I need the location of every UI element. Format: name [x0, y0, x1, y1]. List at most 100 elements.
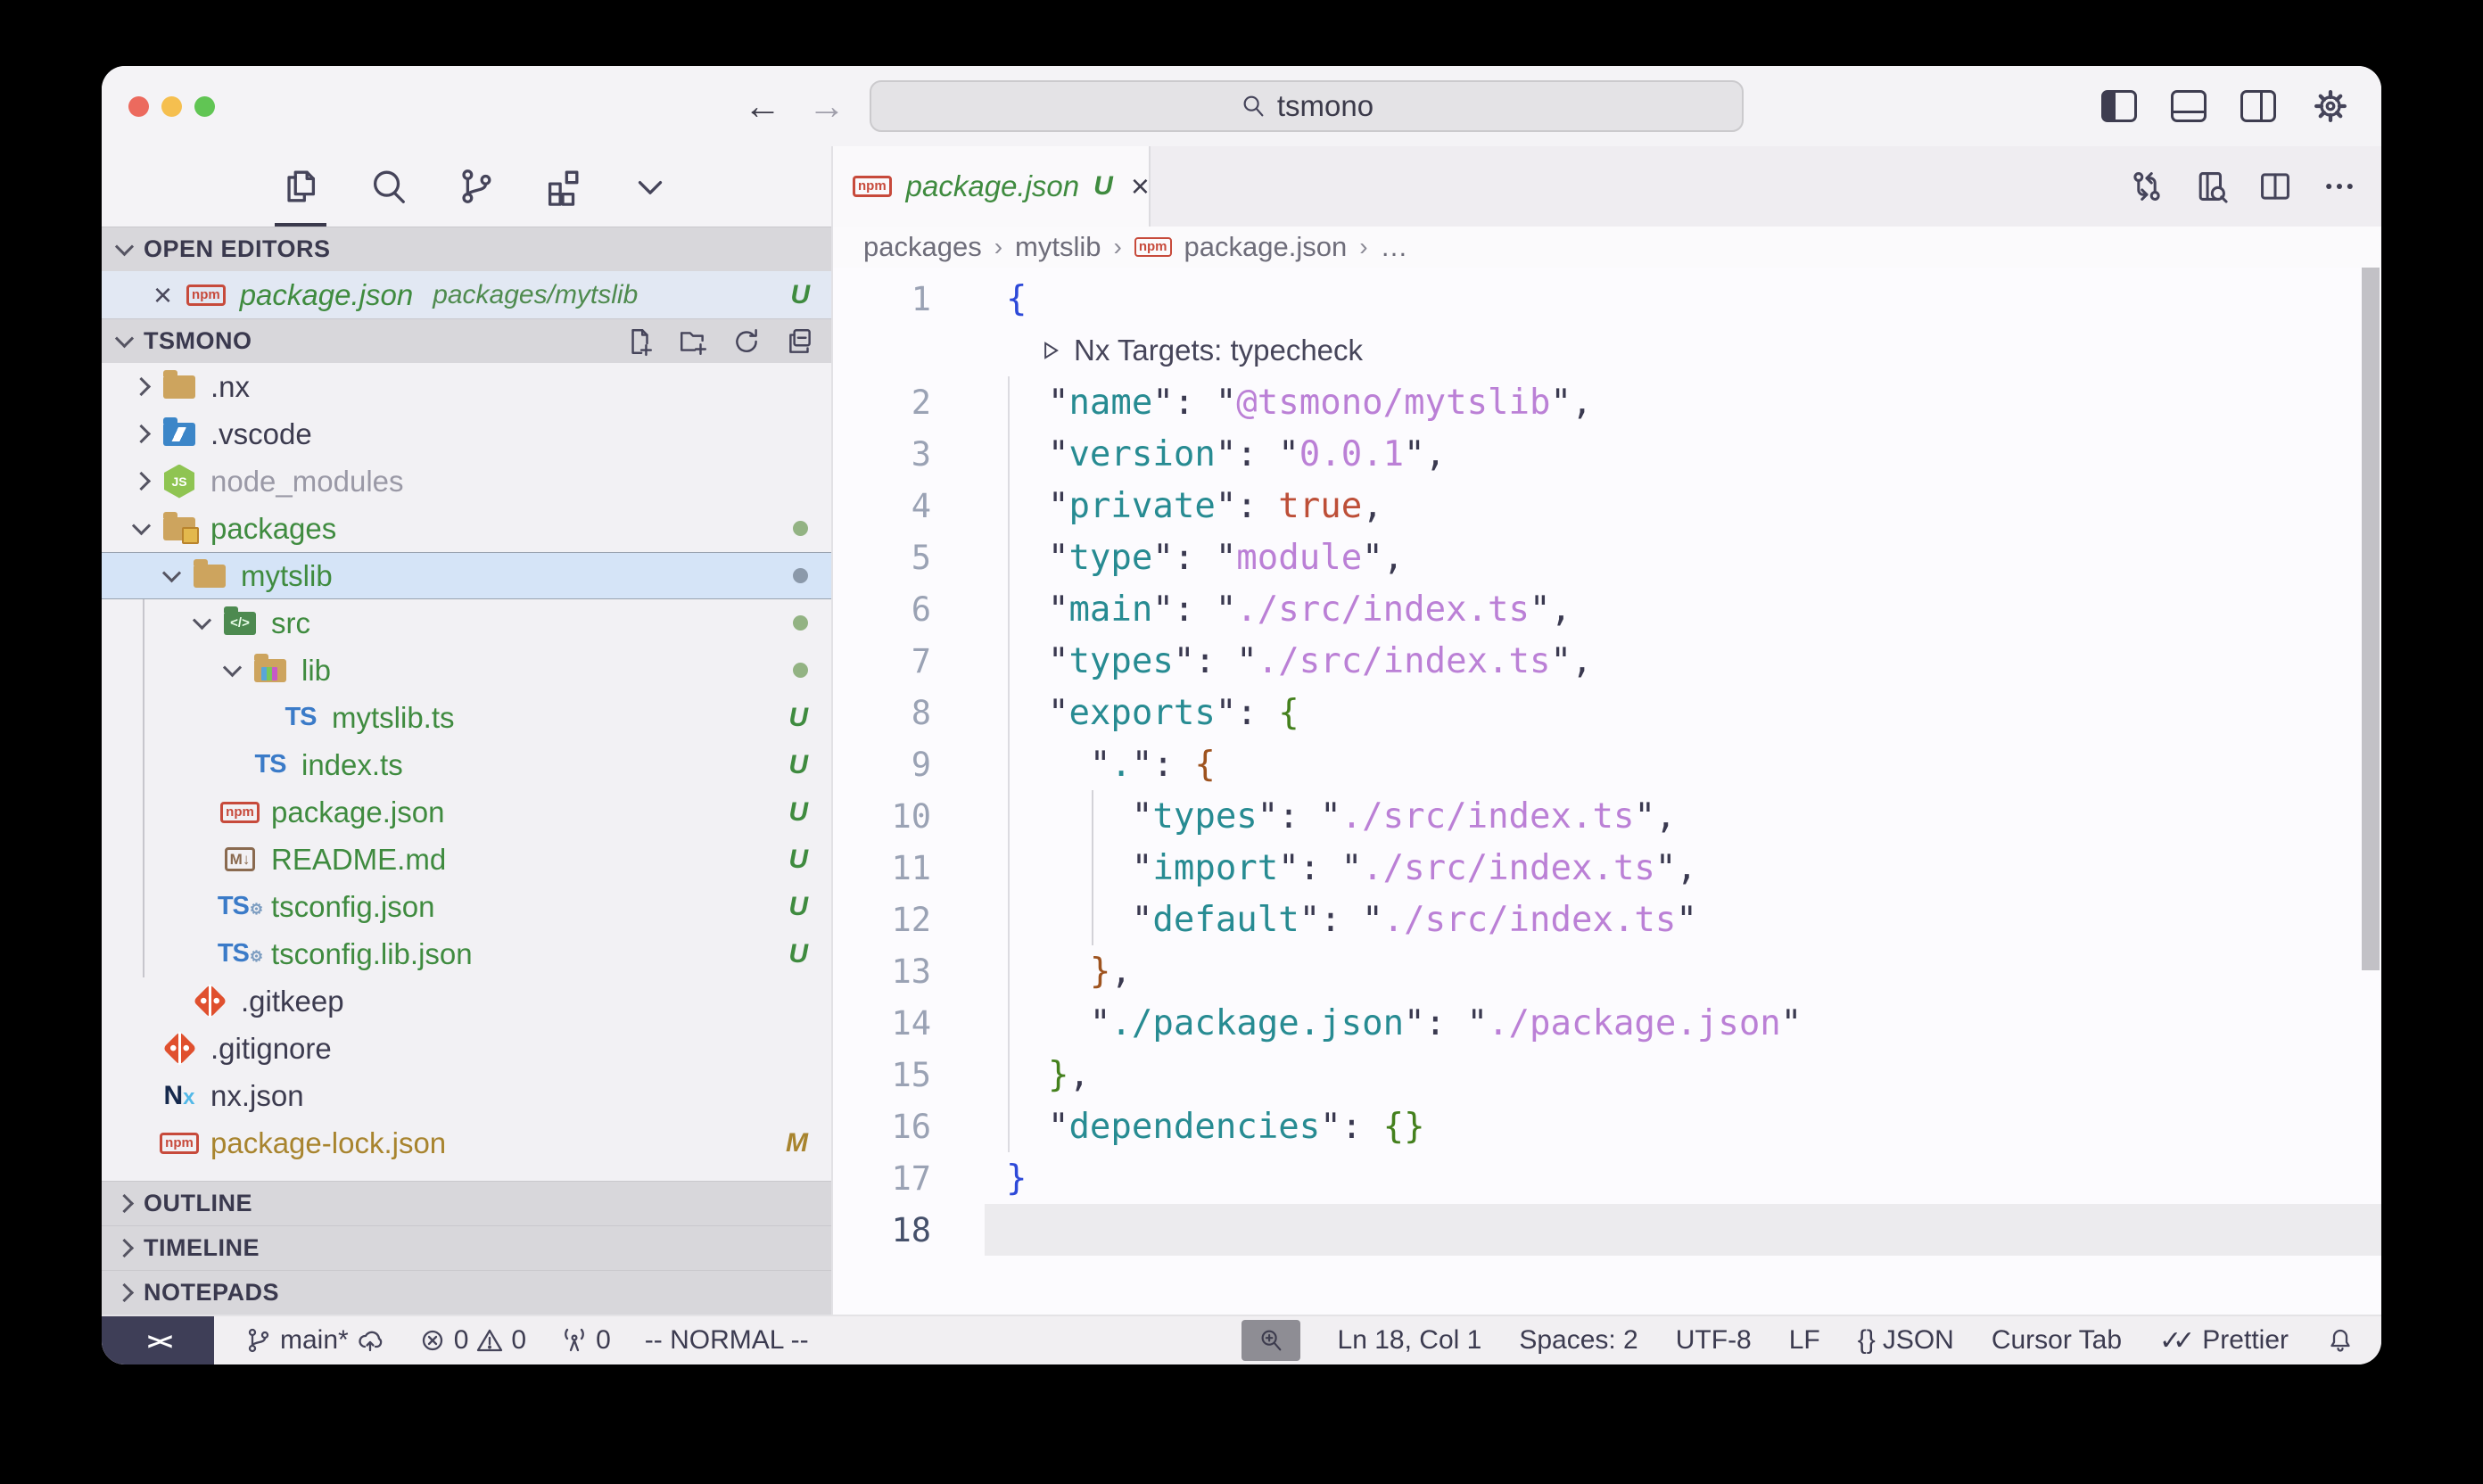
notifications-bell-icon[interactable] [2326, 1326, 2355, 1355]
code-line-17[interactable]: 17} [833, 1152, 2381, 1204]
more-views-chevron-icon[interactable] [630, 146, 671, 227]
tree-item-nx-json[interactable]: Nnx.json [102, 1072, 831, 1119]
line-number[interactable]: 1 [833, 280, 967, 318]
line-number[interactable]: 14 [833, 1004, 967, 1043]
toggle-primary-sidebar-icon[interactable] [2101, 90, 2137, 122]
git-branch-item[interactable]: main* [244, 1325, 384, 1356]
notepads-section-header[interactable]: NOTEPADS [102, 1270, 831, 1315]
line-number[interactable]: 18 [833, 1211, 967, 1249]
new-folder-icon[interactable] [678, 326, 708, 357]
more-actions-icon[interactable] [2321, 168, 2358, 205]
code-line-10[interactable]: 10 "types": "./src/index.ts", [833, 790, 2381, 842]
vim-mode-indicator[interactable]: -- NORMAL -- [645, 1325, 809, 1356]
close-window-button[interactable] [128, 96, 149, 117]
tree-item-packages[interactable]: packages [102, 505, 831, 552]
tree-item-mytslib[interactable]: mytslib [102, 552, 831, 599]
line-number[interactable]: 6 [833, 590, 967, 629]
code-line-6[interactable]: 6 "main": "./src/index.ts", [833, 583, 2381, 635]
timeline-section-header[interactable]: TIMELINE [102, 1225, 831, 1270]
extensions-icon[interactable] [542, 146, 583, 227]
code-line-7[interactable]: 7 "types": "./src/index.ts", [833, 635, 2381, 687]
close-editor-icon[interactable]: × [153, 279, 172, 311]
tree-item-tsconfig-json[interactable]: TStsconfig.jsonU [102, 883, 831, 930]
line-number[interactable]: 12 [833, 901, 967, 939]
line-number[interactable]: 11 [833, 849, 967, 887]
code-line-2[interactable]: 2 "name": "@tsmono/mytslib", [833, 376, 2381, 428]
formatter-item[interactable]: ✓✓Prettier [2159, 1325, 2289, 1356]
line-number[interactable]: 2 [833, 383, 967, 422]
tree-item--gitignore[interactable]: .gitignore [102, 1025, 831, 1072]
open-changes-icon[interactable] [2128, 168, 2165, 205]
tree-item-tsconfig-lib-json[interactable]: TStsconfig.lib.jsonU [102, 930, 831, 977]
line-number[interactable]: 3 [833, 435, 967, 474]
tree-item--nx[interactable]: .nx [102, 363, 831, 410]
outline-section-header[interactable]: OUTLINE [102, 1181, 831, 1225]
language-mode-item[interactable]: {}JSON [1858, 1325, 1954, 1356]
split-editor-icon[interactable] [2256, 168, 2294, 205]
maximize-window-button[interactable] [194, 96, 215, 117]
line-number[interactable]: 4 [833, 487, 967, 525]
tree-item-lib[interactable]: lib [102, 647, 831, 694]
code-line-1[interactable]: 1{ [833, 273, 2381, 325]
command-center-search[interactable]: tsmono [870, 80, 1744, 132]
code-line-4[interactable]: 4 "private": true, [833, 480, 2381, 532]
line-number[interactable]: 16 [833, 1108, 967, 1146]
toggle-panel-icon[interactable] [2171, 90, 2207, 122]
eol-item[interactable]: LF [1789, 1325, 1820, 1356]
new-file-icon[interactable] [624, 326, 655, 357]
encoding-item[interactable]: UTF-8 [1676, 1325, 1752, 1356]
source-control-icon[interactable] [455, 146, 496, 227]
code-line-15[interactable]: 15 }, [833, 1049, 2381, 1101]
back-icon[interactable]: ← [744, 85, 781, 128]
remote-indicator[interactable]: >< [102, 1316, 214, 1364]
line-number[interactable]: 7 [833, 642, 967, 680]
code-line-8[interactable]: 8 "exports": { [833, 687, 2381, 738]
breadcrumb-symbol[interactable]: … [1381, 231, 1408, 263]
minimize-window-button[interactable] [161, 96, 182, 117]
code-line-16[interactable]: 16 "dependencies": {} [833, 1101, 2381, 1152]
cursor-position-item[interactable]: Ln 18, Col 1 [1338, 1325, 1482, 1356]
line-number[interactable]: 15 [833, 1056, 967, 1094]
forward-icon[interactable]: → [808, 85, 846, 128]
explorer-files-icon[interactable] [280, 146, 321, 227]
refresh-icon[interactable] [731, 326, 762, 357]
search-editor-icon[interactable] [2192, 168, 2230, 205]
breadcrumb-file[interactable]: package.json [1184, 231, 1348, 263]
problems-item[interactable]: 0 0 [418, 1325, 526, 1356]
code-line-11[interactable]: 11 "import": "./src/index.ts", [833, 842, 2381, 894]
tree-item-mytslib-ts[interactable]: TSmytslib.tsU [102, 694, 831, 741]
tree-item-index-ts[interactable]: TSindex.tsU [102, 741, 831, 788]
code-line-13[interactable]: 13 }, [833, 945, 2381, 997]
tree-item-readme-md[interactable]: M↓README.mdU [102, 836, 831, 883]
code-line-5[interactable]: 5 "type": "module", [833, 532, 2381, 583]
line-number[interactable]: 17 [833, 1159, 967, 1198]
line-number[interactable]: 8 [833, 694, 967, 732]
indentation-item[interactable]: Spaces: 2 [1519, 1325, 1637, 1356]
tree-item--gitkeep[interactable]: .gitkeep [102, 977, 831, 1025]
code-line-12[interactable]: 12 "default": "./src/index.ts" [833, 894, 2381, 945]
open-editor-item[interactable]: × npm package.json packages/mytslib U [102, 271, 831, 318]
tree-item-src[interactable]: src [102, 599, 831, 647]
code-line-14[interactable]: 14 "./package.json": "./package.json" [833, 997, 2381, 1049]
code-line-9[interactable]: 9 ".": { [833, 738, 2381, 790]
toggle-secondary-sidebar-icon[interactable] [2240, 90, 2276, 122]
cursor-tab-item[interactable]: Cursor Tab [1992, 1325, 2122, 1356]
line-number[interactable]: 5 [833, 539, 967, 577]
zoom-button[interactable] [1242, 1320, 1300, 1361]
open-editors-header[interactable]: OPEN EDITORS [102, 227, 831, 271]
ports-item[interactable]: 0 [560, 1325, 611, 1356]
collapse-all-icon[interactable] [785, 326, 815, 357]
tree-item-package-json[interactable]: npmpackage.jsonU [102, 788, 831, 836]
tree-item-package-lock-json[interactable]: npmpackage-lock.jsonM [102, 1119, 831, 1167]
code-editor[interactable]: 1{Nx Targets: typecheck2 "name": "@tsmon… [833, 268, 2381, 1315]
breadcrumb-packages[interactable]: packages [863, 231, 982, 263]
line-number[interactable]: 9 [833, 746, 967, 784]
tree-item-node-modules[interactable]: JSnode_modules [102, 458, 831, 505]
codelens-nx-targets[interactable]: Nx Targets: typecheck [833, 325, 2381, 376]
explorer-section-header[interactable]: TSMONO [102, 318, 831, 363]
code-line-18[interactable]: 18 [833, 1204, 2381, 1256]
settings-gear-icon[interactable] [2310, 86, 2351, 127]
code-line-3[interactable]: 3 "version": "0.0.1", [833, 428, 2381, 480]
search-activity-icon[interactable] [367, 146, 408, 227]
line-number[interactable]: 10 [833, 797, 967, 836]
